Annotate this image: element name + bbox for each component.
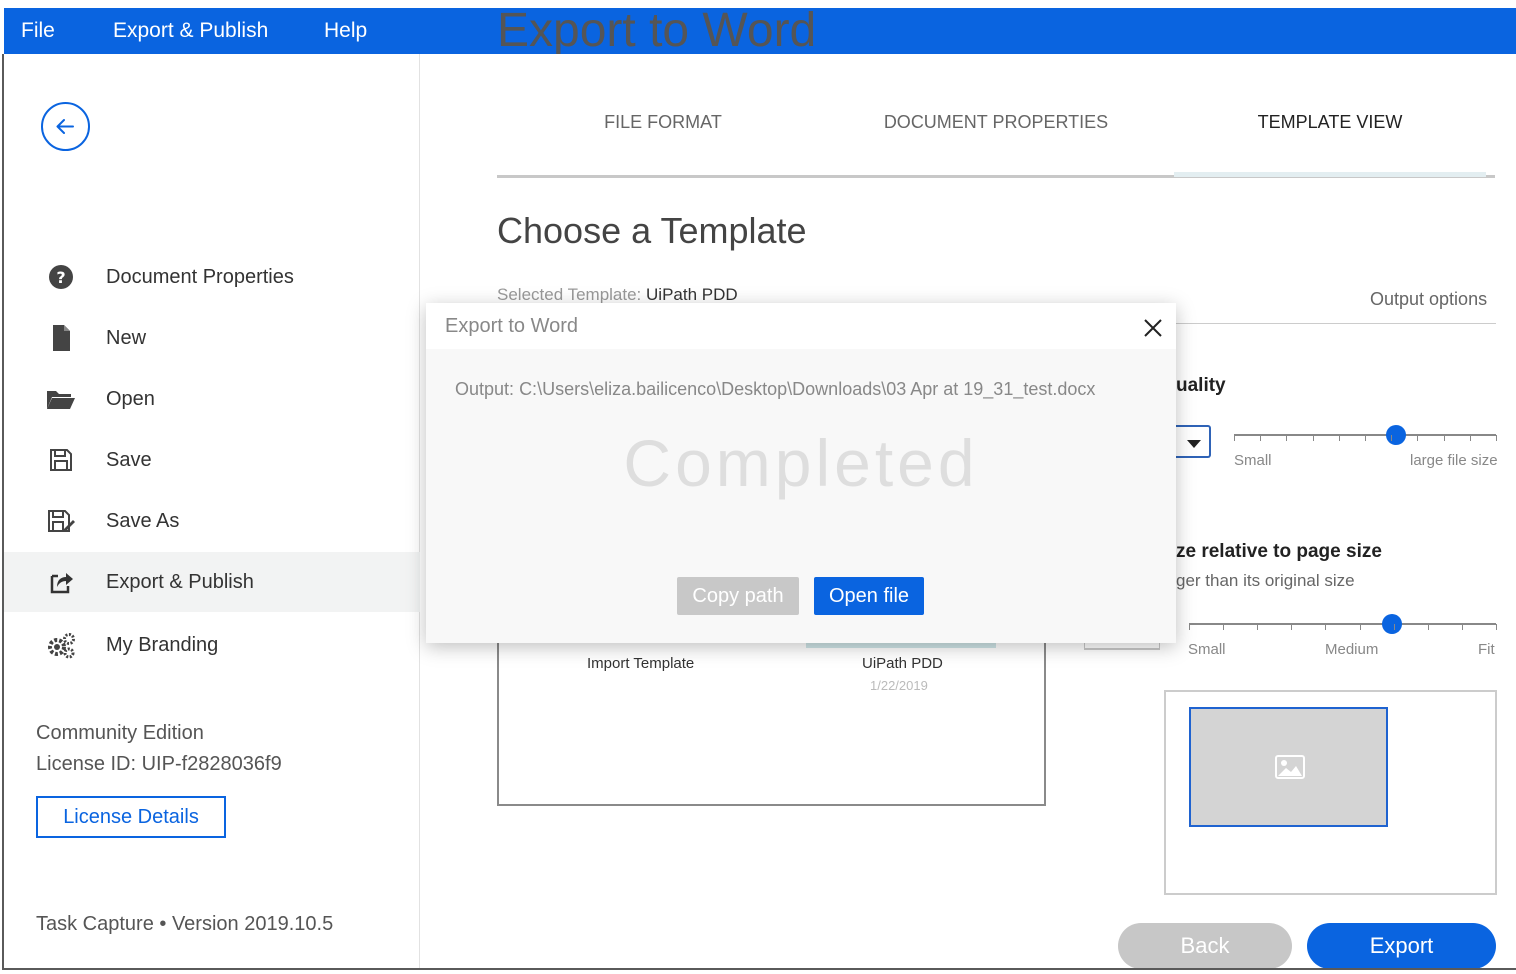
- copy-path-button[interactable]: Copy path: [677, 577, 799, 615]
- slider-tick: [1444, 435, 1445, 441]
- sidebar-item-my-branding[interactable]: My Branding: [4, 615, 420, 675]
- sidebar-item-label: Document Properties: [106, 266, 294, 288]
- output-options-label: Output options: [1370, 289, 1488, 309]
- slider-tick: [1496, 435, 1497, 441]
- question-circle-icon: ?: [49, 265, 73, 289]
- tab-template-view[interactable]: TEMPLATE VIEW: [1200, 112, 1460, 152]
- slider-tick: [1365, 435, 1366, 441]
- export-button[interactable]: Export: [1307, 923, 1496, 969]
- back-button[interactable]: Back: [1118, 923, 1292, 969]
- slider-tick: [1391, 435, 1392, 441]
- license-details-button[interactable]: License Details: [36, 796, 226, 838]
- slider-label-fit: Fit: [1478, 641, 1495, 658]
- slider-tick: [1428, 624, 1429, 630]
- slider-tick: [1496, 624, 1497, 630]
- slider-min-label: Small: [1234, 452, 1272, 469]
- slider-tick: [1189, 624, 1190, 630]
- size-subtitle: ger than its original size: [1176, 571, 1355, 590]
- slider-tick: [1462, 624, 1463, 630]
- slider-tick: [1286, 435, 1287, 441]
- quality-heading: uality: [1176, 375, 1226, 396]
- output-path: C:\Users\eliza.bailicenco\Desktop\Downlo…: [519, 379, 1096, 399]
- floppy-disk-icon: [50, 449, 72, 471]
- slider-track: [1189, 623, 1496, 625]
- active-tab-indicator: [1174, 172, 1486, 177]
- sidebar-item-label: Open: [106, 388, 155, 410]
- sidebar-item-document-properties[interactable]: ? Document Properties: [4, 247, 420, 307]
- slider-tick: [1260, 435, 1261, 441]
- template-uipath-label[interactable]: UiPath PDD: [862, 655, 943, 672]
- section-title: Choose a Template: [497, 210, 807, 251]
- sidebar-item-export-publish[interactable]: Export & Publish: [4, 552, 420, 612]
- quality-dropdown[interactable]: [1172, 425, 1211, 458]
- slider-tick: [1291, 624, 1292, 630]
- menu-export-publish[interactable]: Export & Publish: [113, 8, 268, 54]
- file-icon: [53, 325, 70, 351]
- selected-template: Selected Template: UiPath PDD: [497, 285, 738, 305]
- sidebar-item-label: Export & Publish: [106, 571, 254, 593]
- slider-tick: [1394, 624, 1395, 630]
- status-text: Completed: [623, 426, 979, 500]
- slider-tick: [1223, 624, 1224, 630]
- license-id: License ID: UIP-f2828036f9: [36, 753, 282, 775]
- arrow-left-icon: [56, 119, 74, 134]
- version-label: Task Capture • Version 2019.10.5: [36, 913, 334, 935]
- sidebar-item-open[interactable]: Open: [4, 369, 420, 429]
- edition-label: Community Edition: [36, 722, 204, 744]
- selected-template-label: Selected Template:: [497, 285, 642, 304]
- page-title: Export to Word: [497, 8, 817, 54]
- slider-tick: [1360, 624, 1361, 630]
- back-arrow-button[interactable]: [41, 102, 90, 151]
- output-options-divider: [1176, 323, 1496, 324]
- dialog-header: Export to Word: [426, 303, 1176, 349]
- caret-down-icon: [1187, 440, 1201, 448]
- slider-tick: [1234, 435, 1235, 441]
- dialog-title: Export to Word: [445, 315, 579, 337]
- tab-document-properties[interactable]: DOCUMENT PROPERTIES: [846, 112, 1146, 152]
- slider-knob[interactable]: [1386, 425, 1407, 445]
- sidebar-item-save-as[interactable]: Save As: [4, 491, 420, 551]
- slider-tick: [1339, 435, 1340, 441]
- menu-help[interactable]: Help: [324, 8, 367, 54]
- output-path-line: Output: C:\Users\eliza.bailicenco\Deskto…: [455, 379, 1095, 400]
- size-heading: ze relative to page size: [1176, 541, 1382, 562]
- template-uipath-date: 1/22/2019: [870, 678, 928, 693]
- slider-tick: [1257, 624, 1258, 630]
- sidebar-item-new[interactable]: New: [4, 308, 420, 368]
- sidebar-item-label: Save: [106, 449, 152, 471]
- slider-tick: [1313, 435, 1314, 441]
- window-border-bottom: [2, 968, 1516, 970]
- folder-open-icon: [47, 391, 75, 409]
- slider-label-medium: Medium: [1325, 641, 1379, 658]
- sidebar-item-save[interactable]: Save: [4, 430, 420, 490]
- gears-icon: [48, 633, 75, 659]
- slider-max-label: large file size: [1410, 452, 1498, 469]
- close-icon[interactable]: [1142, 317, 1164, 339]
- slider-tick: [1325, 624, 1326, 630]
- export-dialog: Export to Word Output: C:\Users\eliza.ba…: [426, 303, 1176, 643]
- template-import-label[interactable]: Import Template: [587, 655, 694, 672]
- slider-tick: [1470, 435, 1471, 441]
- slider-tick: [1417, 435, 1418, 441]
- sidebar-item-label: My Branding: [106, 634, 219, 656]
- preview-image-placeholder: [1189, 707, 1388, 827]
- partial-button[interactable]: [1084, 642, 1160, 650]
- save-as-icon: [48, 510, 75, 532]
- menu-file[interactable]: File: [21, 8, 55, 54]
- sidebar-item-label: Save As: [106, 510, 180, 532]
- slider-knob[interactable]: [1381, 614, 1402, 634]
- image-icon: [1275, 755, 1305, 779]
- svg-text:?: ?: [56, 268, 65, 287]
- sidebar-item-label: New: [106, 327, 147, 349]
- open-file-button[interactable]: Open file: [814, 577, 924, 615]
- output-label: Output:: [455, 379, 515, 399]
- selected-template-value: UiPath PDD: [646, 285, 738, 304]
- slider-label-small: Small: [1188, 641, 1226, 658]
- share-icon: [50, 573, 73, 594]
- tab-file-format[interactable]: FILE FORMAT: [563, 112, 763, 152]
